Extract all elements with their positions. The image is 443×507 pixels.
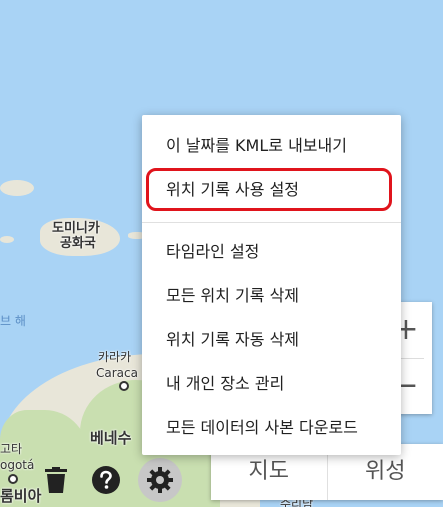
- label-dominican-republic-2: 공화국: [60, 236, 96, 251]
- label-caribbean-sea: 브 해: [0, 314, 26, 328]
- gear-icon: [147, 467, 173, 493]
- city-dot-caracas: [119, 381, 129, 391]
- delete-button[interactable]: [36, 460, 76, 500]
- settings-menu: 이 날짜를 KML로 내보내기 위치 기록 사용 설정 타임라인 설정 모든 위…: [142, 115, 401, 455]
- label-caracas-en: Caraca: [96, 366, 138, 380]
- settings-button[interactable]: [138, 458, 182, 502]
- label-caracas-ko: 카라카: [98, 350, 132, 364]
- trash-icon: [45, 467, 67, 493]
- land-cuba: [0, 180, 34, 196]
- label-venezuela: 베네수: [90, 429, 132, 447]
- help-button[interactable]: [86, 460, 126, 500]
- land-jamaica: [0, 236, 14, 243]
- highlight-outline: [146, 168, 392, 211]
- menu-item-manage-personal-places[interactable]: 내 개인 장소 관리: [166, 374, 284, 394]
- label-dominican-republic: 도미니카: [52, 221, 100, 236]
- menu-item-auto-delete-history[interactable]: 위치 기록 자동 삭제: [166, 330, 299, 350]
- menu-item-export-kml[interactable]: 이 날짜를 KML로 내보내기: [166, 136, 347, 156]
- menu-item-delete-all-history[interactable]: 모든 위치 기록 삭제: [166, 286, 299, 306]
- city-dot-bogota: [8, 474, 18, 484]
- label-bogota-en: ogotá: [0, 458, 35, 472]
- label-bogota-ko: 고타: [0, 442, 23, 456]
- menu-item-download-data-copy[interactable]: 모든 데이터의 사본 다운로드: [166, 418, 358, 438]
- help-icon: [92, 466, 120, 494]
- menu-divider: [142, 222, 401, 223]
- menu-item-timeline-settings[interactable]: 타임라인 설정: [166, 242, 259, 262]
